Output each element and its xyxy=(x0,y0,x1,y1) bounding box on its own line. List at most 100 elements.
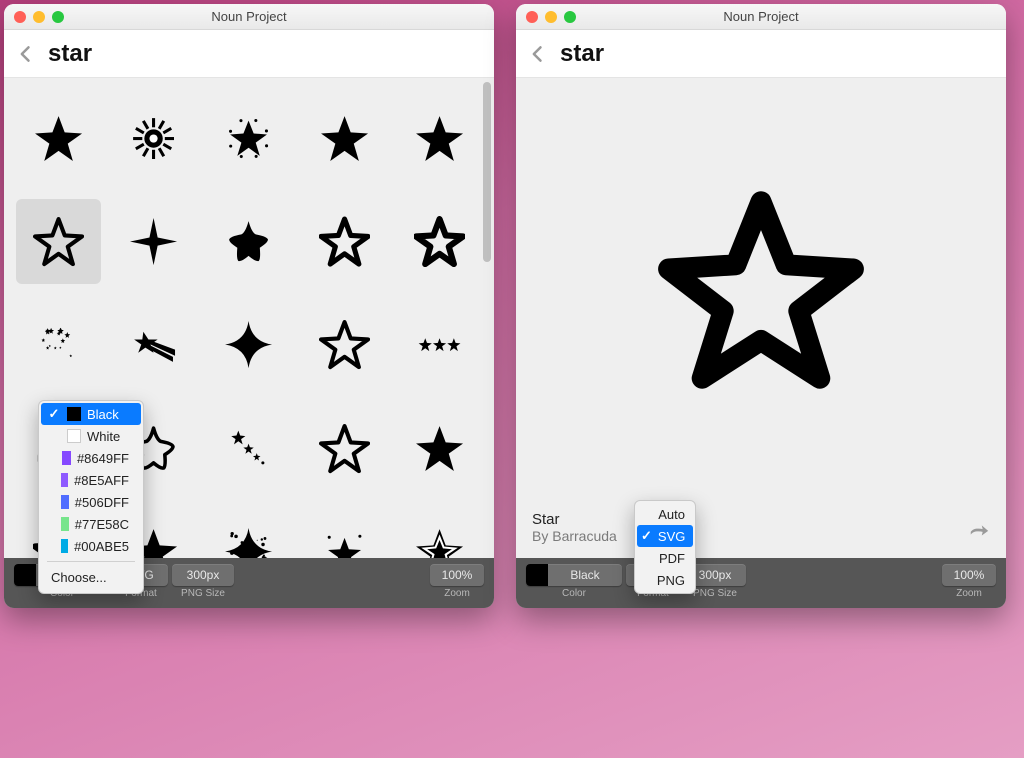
star-4point-icon xyxy=(128,216,179,267)
pngsize-value: 300px xyxy=(699,568,732,582)
close-button[interactable] xyxy=(14,11,26,23)
color-option-White[interactable]: White xyxy=(41,425,141,447)
grid-item-star-solid-3[interactable] xyxy=(397,96,482,181)
color-dropdown[interactable]: Black xyxy=(526,564,622,586)
star-outline-3-icon xyxy=(319,319,370,370)
search-term[interactable]: star xyxy=(48,40,92,68)
minimize-button[interactable] xyxy=(545,11,557,23)
zoom-dropdown[interactable]: 100% xyxy=(430,564,484,586)
star-solid-icon xyxy=(33,113,84,164)
color-swatch-icon xyxy=(61,517,69,531)
grid-item-star-with-dots[interactable] xyxy=(302,509,387,558)
color-swatch-icon xyxy=(61,495,69,509)
zoom-control-group: 100% Zoom xyxy=(942,564,996,599)
star-outline-4-icon xyxy=(319,423,370,474)
window-title: Noun Project xyxy=(516,9,1006,24)
color-swatch-icon xyxy=(14,564,36,586)
color-choose-option[interactable]: Choose... xyxy=(41,566,141,591)
grid-item-star-solid[interactable] xyxy=(16,96,101,181)
grid-item-star-4point-concave[interactable] xyxy=(206,302,291,387)
format-option-png[interactable]: PNG xyxy=(637,569,693,591)
star-glow-icon xyxy=(223,113,274,164)
grid-item-star-trail[interactable] xyxy=(206,406,291,491)
star-rating-3-icon xyxy=(414,319,465,370)
star-sunburst-icon xyxy=(128,113,179,164)
zoom-button[interactable] xyxy=(564,11,576,23)
grid-item-star-sunburst[interactable] xyxy=(111,96,196,181)
grid-item-star-inset[interactable] xyxy=(397,509,482,558)
format-option-label: PNG xyxy=(657,573,685,588)
format-option-svg[interactable]: ✓ SVG xyxy=(637,525,693,547)
color-option-hex-00ABE5[interactable]: #00ABE5 xyxy=(41,535,141,557)
grid-item-star-outline-3[interactable] xyxy=(302,302,387,387)
close-button[interactable] xyxy=(526,11,538,23)
star-solid-2-icon xyxy=(319,113,370,164)
color-option-label: White xyxy=(87,429,120,444)
grid-item-star-outline-4[interactable] xyxy=(302,406,387,491)
minimize-button[interactable] xyxy=(33,11,45,23)
star-outline-icon xyxy=(33,216,84,267)
grid-item-star-4point[interactable] xyxy=(111,199,196,284)
scrollbar-thumb[interactable] xyxy=(483,82,491,262)
grid-item-star-sparkle[interactable] xyxy=(206,509,291,558)
color-option-Black[interactable]: ✓Black xyxy=(41,403,141,425)
star-solid-4-icon xyxy=(414,423,465,474)
star-outline-small-icon xyxy=(319,216,370,267)
window-grid: Noun Project star Black Color SVG Format xyxy=(4,4,494,608)
icon-detail: Star By Barracuda xyxy=(516,78,1006,558)
content-detail-wrapper: Star By Barracuda xyxy=(516,78,1006,558)
pngsize-value: 300px xyxy=(187,568,220,582)
grid-item-star-outline-bold[interactable] xyxy=(397,199,482,284)
color-swatch-icon xyxy=(61,473,69,487)
icon-meta: Star By Barracuda xyxy=(516,501,1006,558)
back-button[interactable] xyxy=(526,42,550,66)
search-term[interactable]: star xyxy=(560,40,604,68)
star-solid-3-icon xyxy=(414,113,465,164)
color-option-label: #506DFF xyxy=(75,495,129,510)
grid-item-star-rating-3[interactable] xyxy=(397,302,482,387)
color-menu[interactable]: ✓Black White #8649FF#8E5AFF #506DFF #77E58C#… xyxy=(38,400,144,594)
star-shooting-icon xyxy=(128,319,179,370)
zoom-control-group: 100% Zoom xyxy=(430,564,484,599)
titlebar[interactable]: Noun Project xyxy=(4,4,494,30)
pngsize-label: PNG Size xyxy=(181,588,225,599)
color-swatch-icon xyxy=(62,451,71,465)
zoom-dropdown[interactable]: 100% xyxy=(942,564,996,586)
format-option-auto[interactable]: Auto xyxy=(637,503,693,525)
window-detail: Noun Project star Star By Barracuda xyxy=(516,4,1006,608)
color-label: Color xyxy=(562,588,586,599)
star-sparkle-icon xyxy=(223,526,274,558)
star-with-dots-icon xyxy=(319,526,370,558)
color-option-hex-77E58C[interactable]: #77E58C xyxy=(41,513,141,535)
zoom-label: Zoom xyxy=(956,588,982,599)
format-option-label: SVG xyxy=(658,529,685,544)
back-button[interactable] xyxy=(14,42,38,66)
format-option-pdf[interactable]: PDF xyxy=(637,547,693,569)
search-header: star xyxy=(516,30,1006,78)
star-cluster-icon xyxy=(33,319,84,370)
color-option-label: Black xyxy=(87,407,119,422)
grid-item-star-outline-small[interactable] xyxy=(302,199,387,284)
pngsize-dropdown[interactable]: 300px xyxy=(172,564,234,586)
grid-item-star-cluster[interactable] xyxy=(16,302,101,387)
grid-item-star-solid-4[interactable] xyxy=(397,406,482,491)
grid-item-star-shooting[interactable] xyxy=(111,302,196,387)
pngsize-control-group: 300px PNG Size xyxy=(172,564,234,599)
icon-author: By Barracuda xyxy=(532,528,617,544)
star-rounded-icon xyxy=(223,216,274,267)
grid-item-star-outline[interactable] xyxy=(16,199,101,284)
color-option-hex-506DFF[interactable]: #506DFF xyxy=(41,491,141,513)
titlebar[interactable]: Noun Project xyxy=(516,4,1006,30)
share-icon xyxy=(968,519,990,541)
color-option-hex-8649FF[interactable]: #8649FF xyxy=(41,447,141,469)
format-menu[interactable]: Auto ✓ SVG PDF PNG xyxy=(634,500,696,594)
grid-item-star-solid-2[interactable] xyxy=(302,96,387,181)
share-button[interactable] xyxy=(968,519,990,544)
check-icon: ✓ xyxy=(641,528,652,544)
star-outline-icon xyxy=(656,185,866,395)
grid-item-star-rounded[interactable] xyxy=(206,199,291,284)
color-option-hex-8E5AFF[interactable]: #8E5AFF xyxy=(41,469,141,491)
zoom-button[interactable] xyxy=(52,11,64,23)
grid-item-star-glow[interactable] xyxy=(206,96,291,181)
window-title: Noun Project xyxy=(4,9,494,24)
